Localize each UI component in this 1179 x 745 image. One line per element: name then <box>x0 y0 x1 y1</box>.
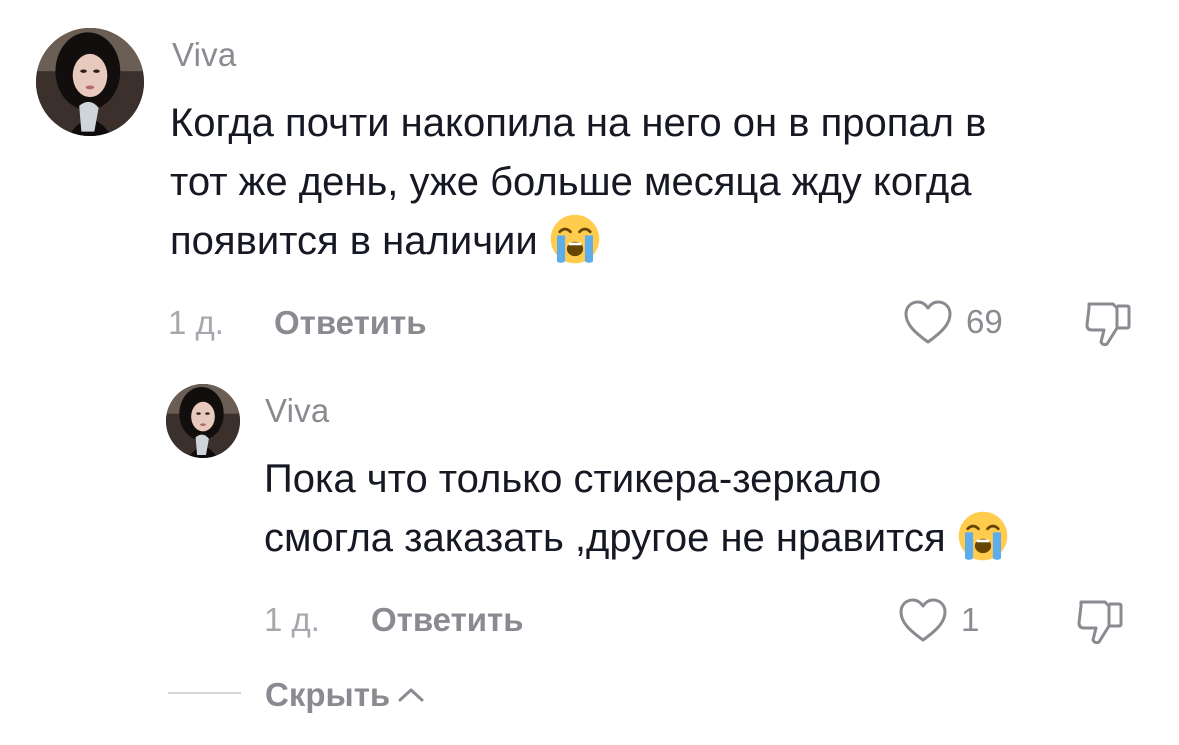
heart-outline-icon <box>904 300 952 344</box>
like-count: 69 <box>966 303 1003 340</box>
chevron-up-icon <box>398 688 424 702</box>
dislike-button[interactable] <box>1083 298 1133 350</box>
thumbs-down-icon <box>1085 302 1131 347</box>
crying-face-emoji-icon <box>956 509 1010 563</box>
reply-time: 1 д. <box>264 601 320 638</box>
username[interactable]: Viva <box>172 36 236 74</box>
dislike-button[interactable] <box>1075 596 1125 648</box>
comment-line: Когда почти накопила на него он в пропал… <box>170 101 987 145</box>
username[interactable]: Viva <box>265 392 329 430</box>
comment-text: Когда почти накопила на него он в пропал… <box>170 94 1150 271</box>
crying-face-emoji-icon <box>548 212 602 266</box>
comment-line: тот же день, уже больше месяца жду когда <box>170 160 972 204</box>
thumbs-down-icon <box>1077 600 1123 645</box>
reply-line-text: смогла заказать ,другое не нравится <box>264 516 946 560</box>
comment-line: появится в наличии <box>170 212 1150 271</box>
hide-replies-button[interactable]: Скрыть <box>265 676 426 714</box>
comment-time: 1 д. <box>168 304 224 341</box>
reply-text: Пока что только стикера-зеркало смогла з… <box>264 450 1164 568</box>
reply-button[interactable]: Ответить <box>274 304 427 342</box>
reply-line: смогла заказать ,другое не нравится <box>264 509 1164 568</box>
thread-divider <box>168 692 241 694</box>
hide-replies-label: Скрыть <box>265 676 391 713</box>
like-count: 1 <box>961 601 980 638</box>
reply-line: Пока что только стикера-зеркало <box>264 457 882 501</box>
reply-button[interactable]: Ответить <box>371 601 524 639</box>
avatar[interactable] <box>36 28 144 136</box>
like-button[interactable]: 1 <box>897 596 979 644</box>
like-button[interactable]: 69 <box>902 298 1003 346</box>
avatar-photo <box>36 28 144 136</box>
heart-outline-icon <box>899 598 947 642</box>
comment-line-text: появится в наличии <box>170 219 538 263</box>
avatar[interactable] <box>166 384 240 458</box>
avatar-photo <box>166 384 240 458</box>
